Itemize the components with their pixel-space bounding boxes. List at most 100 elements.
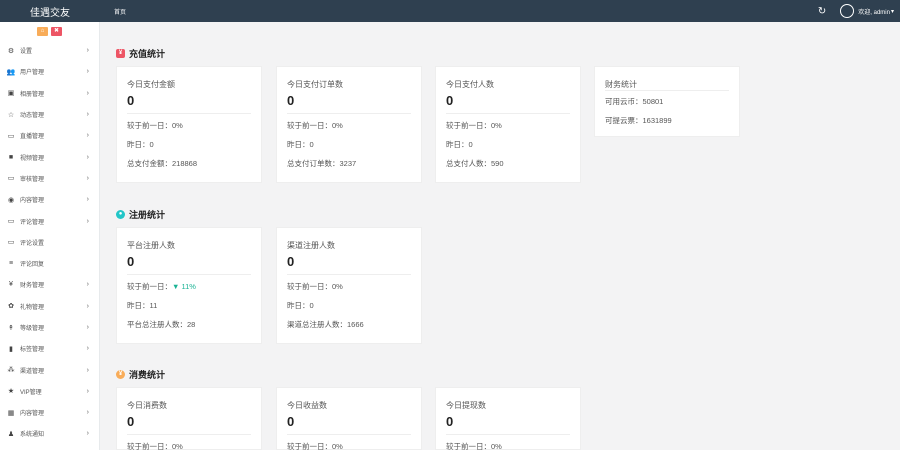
sidebar-item-icon: ⚙ [7,47,15,55]
chevron-right-icon: › [86,153,89,161]
stat-card-withdraw: 今日提现数 0 较于前一日：0% [435,387,581,450]
card-label: 今日提现数 [446,401,486,410]
user-icon: ● [116,210,125,219]
chevron-right-icon: › [86,132,89,140]
sidebar-item[interactable]: ▣ 相册管理 › [0,83,99,104]
chevron-right-icon: › [86,111,89,119]
chevron-right-icon: › [86,281,89,289]
chevron-right-icon: › [86,89,89,97]
sidebar-item[interactable]: ↟ 等级管理 › [0,317,99,338]
card-value: 0 [287,254,295,269]
divider [605,90,729,91]
card-total: 渠道总注册人数：1666 [287,320,364,329]
sidebar-item[interactable]: ■ 视频管理 › [0,146,99,167]
chevron-right-icon: › [86,174,89,182]
card-compare: 较于前一日：0% [127,121,183,130]
card-label: 渠道注册人数 [287,241,335,250]
divider [127,113,251,114]
sidebar-item[interactable]: ▮ 标签管理 › [0,338,99,359]
sidebar-item[interactable]: ≡ 评论回复 [0,253,99,274]
sidebar-item[interactable]: ¥ 财务管理 › [0,274,99,295]
chevron-right-icon: › [86,217,89,225]
sidebar-item-label: VIP管理 [20,389,42,396]
sidebar-item-icon: ▮ [9,345,13,353]
sidebar-toolbar: ⌂ ✖ [0,22,99,40]
sidebar-item-label: 财务管理 [20,283,45,290]
section-title-consume: ¥ 消费统计 [116,368,165,381]
sidebar-item-icon: ✿ [8,303,14,311]
card-label: 今日支付金额 [127,80,175,89]
sidebar-item-label: 标签管理 [20,347,45,354]
card-compare: 较于前一日：0% [446,121,502,130]
refresh-icon[interactable]: ↻ [818,6,826,17]
sidebar-item-icon: ▣ [7,90,15,98]
brand-title[interactable]: 佳遇交友 [0,4,100,19]
sidebar-item-label: 内容管理 [20,411,45,418]
sidebar-item-label: 审核管理 [20,176,45,183]
card-value: 0 [287,414,295,429]
sidebar-item[interactable]: ♟ 系统通知 › [0,423,99,444]
card-yesterday: 昨日：11 [127,301,158,310]
divider [287,113,411,114]
close-icon[interactable]: ✖ [51,26,62,36]
home-icon[interactable]: ⌂ [37,26,48,36]
sidebar: ⌂ ✖ ⚙ 设置 › 👥 用户管理 › ▣ 相册管理 › ☆ 动态管理 › ▭ 直播管理 › ■ 视频管理 › ▭ 审… [0,22,100,450]
sidebar-item[interactable]: ⚙ 设置 › [0,40,99,61]
sidebar-item[interactable]: ★ VIP管理 › [0,381,99,402]
sidebar-item-icon: ▭ [7,218,15,226]
card-total: 总支付人数：590 [446,159,504,168]
sidebar-item-label: 礼物管理 [20,304,45,311]
sidebar-item-icon: ↟ [8,324,14,332]
divider [446,113,570,114]
chevron-right-icon: › [86,345,89,353]
card-total: 总支付订单数：3237 [287,159,357,168]
sidebar-item[interactable]: ▦ 内容管理 › [0,402,99,423]
chevron-right-icon: › [86,47,89,55]
sidebar-item-label: 用户管理 [20,70,45,77]
stat-card-channel-register: 渠道注册人数 0 较于前一日：0% 昨日：0 渠道总注册人数：1666 [276,227,422,344]
divider [127,274,251,275]
card-label: 今日消费数 [127,401,167,410]
available-coins: 可用云币：50801 [605,97,664,106]
coin-icon: ¥ [116,370,125,379]
section-title-register: ● 注册统计 [116,208,165,221]
sidebar-item-label: 评论管理 [20,219,45,226]
sidebar-item-label: 设置 [20,49,33,56]
sidebar-item[interactable]: ✿ 礼物管理 › [0,296,99,317]
card-label: 今日支付订单数 [287,80,343,89]
chevron-down-icon[interactable]: ▾ [891,8,894,15]
stat-card-consume: 今日消费数 0 较于前一日：0% [116,387,262,450]
sidebar-item[interactable]: 👥 用户管理 › [0,61,99,82]
sidebar-item-icon: 👥 [6,68,16,76]
sidebar-item-icon: ♟ [7,430,15,438]
sidebar-item[interactable]: ▭ 评论设置 [0,232,99,253]
card-compare: 较于前一日：0% [287,442,343,450]
sidebar-item[interactable]: ⁂ 渠道管理 › [0,359,99,380]
divider [287,434,411,435]
sidebar-item[interactable]: ☁插件中心› [0,445,99,450]
divider [127,434,251,435]
sidebar-item[interactable]: ▭ 直播管理 › [0,125,99,146]
sidebar-item[interactable]: ▭ 审核管理 › [0,168,99,189]
compare-down-value: ▼ 11% [172,282,196,291]
card-compare: 较于前一日：0% [446,442,502,450]
card-total: 总支付金额：218868 [127,159,198,168]
sidebar-item[interactable]: ☆ 动态管理 › [0,104,99,125]
tab-home[interactable]: 首页 [114,7,126,16]
avatar[interactable] [840,4,855,18]
section-title-text: 消费统计 [129,370,166,380]
card-label: 今日收益数 [287,401,327,410]
sidebar-item-icon: ¥ [9,281,13,289]
user-menu[interactable]: 欢迎, admin [858,7,890,16]
card-yesterday: 昨日：0 [127,140,154,149]
chevron-right-icon: › [86,196,89,204]
sidebar-item-icon: ⁂ [7,367,15,375]
sidebar-item[interactable]: ▭ 评论管理 › [0,210,99,231]
chevron-right-icon: › [86,68,89,76]
sidebar-item-label: 视频管理 [20,155,45,162]
section-title-text: 注册统计 [129,210,166,220]
withdrawable-tickets: 可提云票：1631899 [605,116,672,125]
sidebar-item[interactable]: ◉ 内容管理 › [0,189,99,210]
sidebar-item-label: 内容管理 [20,198,45,205]
stat-card-platform-register: 平台注册人数 0 较于前一日：▼ 11% 昨日：11 平台总注册人数：28 [116,227,262,344]
